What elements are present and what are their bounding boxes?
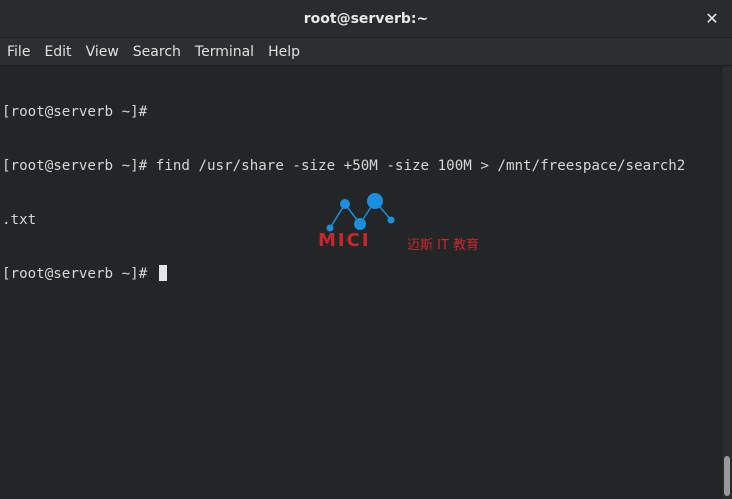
terminal-prompt-line: [root@serverb ~]# xyxy=(2,265,685,283)
scrollbar[interactable] xyxy=(721,66,732,499)
logo-tagline: 迈斯 IT 教育 xyxy=(407,238,480,253)
title-bar: root@serverb:~ ✕ xyxy=(0,0,732,38)
menu-bar: File Edit View Search Terminal Help xyxy=(0,38,732,66)
logo-brand: MICI xyxy=(318,230,371,251)
scrollbar-thumb[interactable] xyxy=(724,456,730,496)
menu-edit[interactable]: Edit xyxy=(37,38,78,66)
terminal-area[interactable]: [root@serverb ~]# [root@serverb ~]# find… xyxy=(0,66,721,499)
logo-network-icon xyxy=(326,193,395,232)
watermark-logo: MICI 迈斯 IT 教育 xyxy=(318,190,493,254)
terminal-line: [root@serverb ~]# xyxy=(2,104,148,120)
menu-file[interactable]: File xyxy=(0,38,37,66)
menu-help[interactable]: Help xyxy=(261,38,307,66)
text-cursor xyxy=(158,265,167,281)
window-title: root@serverb:~ xyxy=(303,10,429,27)
close-button[interactable]: ✕ xyxy=(702,9,722,29)
terminal-prompt: [root@serverb ~]# xyxy=(2,266,156,282)
menu-search[interactable]: Search xyxy=(126,38,188,66)
menu-terminal[interactable]: Terminal xyxy=(188,38,261,66)
terminal-line: [root@serverb ~]# find /usr/share -size … xyxy=(2,158,686,174)
menu-view[interactable]: View xyxy=(79,38,126,66)
